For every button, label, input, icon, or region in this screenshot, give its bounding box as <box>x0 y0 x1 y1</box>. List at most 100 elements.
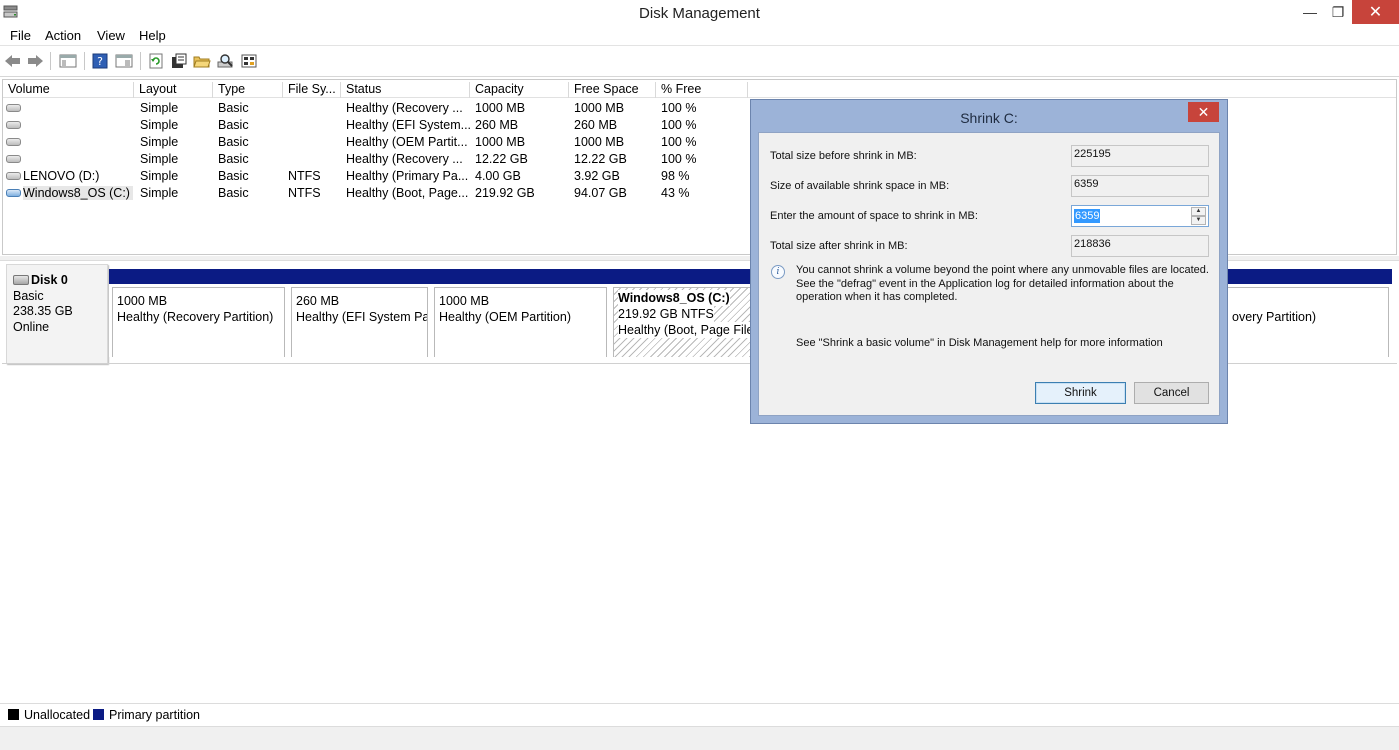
status-cell: Healthy (Recovery ... <box>346 152 463 166</box>
shrink-amount-label: Enter the amount of space to shrink in M… <box>770 210 978 222</box>
capacity-cell: 12.22 GB <box>475 152 528 166</box>
status-cell: Healthy (Primary Pa... <box>346 169 469 183</box>
status-cell: Healthy (Boot, Page... <box>346 186 469 200</box>
disk-settings-icon[interactable] <box>240 51 260 71</box>
forward-arrow-icon[interactable] <box>25 51 45 71</box>
disk-name: Disk 0 <box>31 273 68 287</box>
drive-icon <box>6 155 21 163</box>
partition-efi[interactable]: 260 MB Healthy (EFI System Par <box>288 269 431 357</box>
type-cell: Basic <box>218 186 249 200</box>
percent-free-cell: 100 % <box>661 135 697 149</box>
legend: Unallocated Primary partition <box>0 703 1399 725</box>
drive-icon <box>6 189 21 197</box>
layout-cell: Simple <box>140 186 179 200</box>
column-header-type[interactable]: Type <box>213 82 283 98</box>
partition-recovery-1[interactable]: 1000 MB Healthy (Recovery Partition) <box>109 269 288 357</box>
total-after-label: Total size after shrink in MB: <box>770 240 908 252</box>
shrink-button[interactable]: Shrink <box>1035 382 1126 404</box>
partition-name: Windows8_OS (C:) <box>618 291 730 305</box>
partition-status: overy Partition) <box>1232 310 1317 324</box>
maximize-button[interactable]: ❐ <box>1324 0 1352 24</box>
partition-status: Healthy (Boot, Page File, <box>618 322 757 338</box>
dialog-close-button[interactable]: ✕ <box>1188 102 1219 122</box>
layout-cell: Simple <box>140 152 179 166</box>
info-icon: i <box>771 265 785 279</box>
svg-text:?: ? <box>97 55 103 68</box>
column-header-file-system[interactable]: File Sy... <box>283 82 341 98</box>
partition-status: Healthy (Recovery Partition) <box>117 310 274 324</box>
layout-cell: Simple <box>140 118 179 132</box>
capacity-cell: 1000 MB <box>475 135 526 149</box>
partition-box: 260 MB Healthy (EFI System Par <box>291 287 428 357</box>
legend-unallocated: Unallocated <box>24 708 91 722</box>
drive-icon <box>6 172 21 180</box>
spin-up-icon[interactable]: ▲ <box>1191 207 1206 216</box>
spin-down-icon[interactable]: ▼ <box>1191 216 1206 225</box>
column-header-status[interactable]: Status <box>341 82 470 98</box>
menu-file[interactable]: File <box>10 28 31 43</box>
available-shrink-value: 6359 <box>1071 175 1209 197</box>
minimize-button[interactable]: — <box>1296 0 1324 24</box>
toolbar-separator <box>50 52 51 70</box>
partition-oem[interactable]: 1000 MB Healthy (OEM Partition) <box>431 269 610 357</box>
type-cell: Basic <box>218 169 249 183</box>
type-cell: Basic <box>218 152 249 166</box>
menu-view[interactable]: View <box>97 28 125 43</box>
status-bar <box>0 726 1399 750</box>
status-cell: Healthy (EFI System... <box>346 118 472 132</box>
status-cell: Healthy (OEM Partit... <box>346 135 468 149</box>
column-header-free-space[interactable]: Free Space <box>569 82 656 98</box>
free-space-cell: 12.22 GB <box>574 152 627 166</box>
toolbar-separator <box>140 52 141 70</box>
show-hide-console-tree-icon[interactable] <box>58 51 78 71</box>
layout-cell: Simple <box>140 101 179 115</box>
shrink-amount-stepper[interactable]: 6359 ▲ ▼ <box>1071 205 1209 227</box>
column-header-layout[interactable]: Layout <box>134 82 213 98</box>
total-before-value: 225195 <box>1071 145 1209 167</box>
total-after-value: 218836 <box>1071 235 1209 257</box>
layout-cell: Simple <box>140 135 179 149</box>
disk-0-label[interactable]: Disk 0 Basic 238.35 GB Online <box>6 264 108 364</box>
capacity-cell: 219.92 GB <box>475 186 535 200</box>
volume-cell: Windows8_OS (C:) <box>23 186 133 200</box>
search-drive-icon[interactable] <box>216 51 236 71</box>
partition-box: 1000 MB Healthy (OEM Partition) <box>434 287 607 357</box>
properties-icon[interactable] <box>169 51 189 71</box>
capacity-cell: 1000 MB <box>475 101 526 115</box>
toolbar: ? <box>0 47 1399 77</box>
layout-cell: Simple <box>140 169 179 183</box>
toolbar-separator <box>84 52 85 70</box>
column-header-capacity[interactable]: Capacity <box>470 82 569 98</box>
type-cell: Basic <box>218 101 249 115</box>
shrink-amount-input[interactable]: 6359 <box>1074 209 1101 223</box>
disk-state: Online <box>13 319 50 334</box>
partition-type-bar <box>109 269 288 284</box>
type-cell: Basic <box>218 135 249 149</box>
fs-cell: NTFS <box>288 186 321 200</box>
title-bar: Disk Management — ❐ ✕ <box>0 0 1399 26</box>
shrink-dialog: Shrink C: ✕ Total size before shrink in … <box>750 99 1228 424</box>
partition-type-bar <box>431 269 610 284</box>
dialog-title: Shrink C: <box>960 110 1018 126</box>
properties-pane-icon[interactable] <box>114 51 134 71</box>
open-folder-icon[interactable] <box>192 51 212 71</box>
back-arrow-icon[interactable] <box>3 51 23 71</box>
refresh-icon[interactable] <box>146 51 166 71</box>
partition-size: 1000 MB <box>439 294 490 308</box>
cancel-button[interactable]: Cancel <box>1134 382 1209 404</box>
percent-free-cell: 98 % <box>661 169 690 183</box>
status-cell: Healthy (Recovery ... <box>346 101 463 115</box>
column-header-volume[interactable]: Volume <box>3 82 134 98</box>
drive-icon <box>6 138 21 146</box>
drive-icon <box>6 121 21 129</box>
column-header-percent-free[interactable]: % Free <box>656 82 748 98</box>
menu-action[interactable]: Action <box>45 28 81 43</box>
partition-status: Healthy (EFI System Par <box>296 310 428 324</box>
menu-help[interactable]: Help <box>139 28 166 43</box>
close-button[interactable]: ✕ <box>1352 0 1399 24</box>
help-icon[interactable]: ? <box>90 51 110 71</box>
drive-icon <box>6 104 21 112</box>
menu-bar: File Action View Help <box>0 26 1399 46</box>
dialog-body: Total size before shrink in MB: 225195 S… <box>758 132 1220 416</box>
partition-box: 1000 MB Healthy (Recovery Partition) <box>112 287 285 357</box>
